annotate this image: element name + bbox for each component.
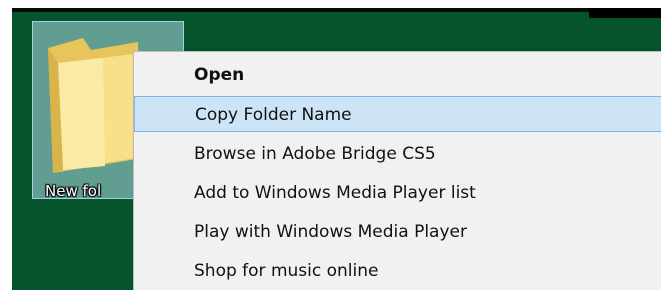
menu-item-browse-adobe-bridge[interactable]: Browse in Adobe Bridge CS5 [134, 136, 661, 172]
menu-item-open[interactable]: Open [134, 57, 661, 93]
menu-item-label: Add to Windows Media Player list [194, 183, 476, 203]
top-bar [12, 8, 661, 12]
menu-item-label: Shop for music online [194, 261, 379, 281]
menu-item-copy-folder-name[interactable]: Copy Folder Name [134, 96, 661, 132]
desktop-icon-label: New fol [45, 182, 102, 200]
context-menu: Open Copy Folder Name Browse in Adobe Br… [133, 51, 661, 290]
top-bar-right [589, 8, 661, 18]
menu-item-label: Play with Windows Media Player [194, 222, 467, 242]
menu-item-play-with-wmp[interactable]: Play with Windows Media Player [134, 214, 661, 250]
menu-item-add-to-wmp-list[interactable]: Add to Windows Media Player list [134, 175, 661, 211]
menu-item-label: Copy Folder Name [195, 105, 352, 125]
desktop: New fol Open Copy Folder Name Browse in … [12, 8, 661, 290]
menu-item-shop-music-online[interactable]: Shop for music online [134, 253, 661, 289]
menu-item-label: Open [194, 65, 245, 85]
menu-item-label: Browse in Adobe Bridge CS5 [194, 144, 436, 164]
